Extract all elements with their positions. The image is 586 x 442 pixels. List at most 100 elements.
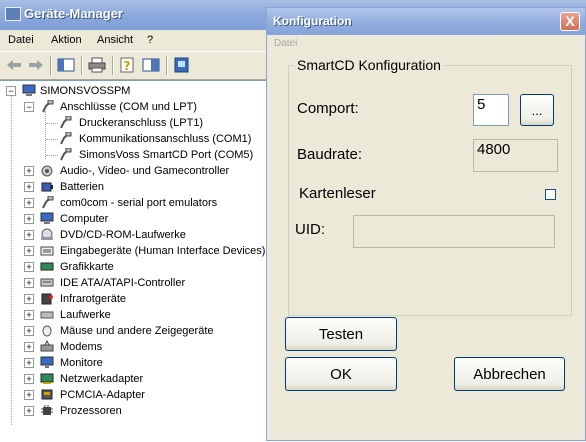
computer-icon — [22, 84, 36, 96]
smartcd-config-group: SmartCD Konfiguration Comport: 5 ... Bau… — [288, 57, 572, 316]
menu-help[interactable]: ? — [147, 34, 153, 46]
expand-toggle[interactable]: + — [24, 214, 34, 224]
expand-toggle[interactable]: + — [24, 358, 34, 368]
uid-label: UID: — [295, 221, 325, 238]
ok-button[interactable]: OK — [285, 357, 397, 391]
expand-toggle[interactable]: + — [24, 230, 34, 240]
print-icon[interactable] — [88, 57, 106, 73]
menu-datei[interactable]: Datei — [8, 34, 34, 46]
expand-toggle[interactable]: + — [24, 246, 34, 256]
tree-guide-line — [46, 139, 58, 140]
collapse-toggle[interactable]: − — [24, 102, 34, 112]
tree-root-label: SIMONSVOSSPM — [40, 85, 131, 97]
tree-item-com5[interactable]: SimonsVoss SmartCD Port (COM5) — [0, 147, 266, 163]
cardreader-checkbox[interactable] — [545, 189, 556, 200]
tree-category[interactable]: + Grafikkarte — [0, 259, 266, 275]
expand-toggle[interactable]: + — [24, 326, 34, 336]
tree-category-label: Netzwerkadapter — [60, 373, 144, 385]
tree-category-label: Modems — [60, 341, 103, 353]
expand-toggle[interactable]: + — [24, 262, 34, 272]
comport-input[interactable]: 5 — [473, 94, 509, 126]
infrared-icon — [41, 293, 53, 305]
tree-category[interactable]: + Infrarotgeräte — [0, 291, 266, 307]
comport-browse-button[interactable]: ... — [520, 94, 554, 126]
toolbar-separator — [50, 56, 52, 75]
expand-toggle[interactable]: + — [24, 390, 34, 400]
device-tree[interactable]: − SIMONSVOSSPM − Anschlüsse (COM und LPT… — [0, 80, 266, 442]
tree-category[interactable]: + IDE ATA/ATAPI-Controller — [0, 275, 266, 291]
collapse-toggle[interactable]: − — [6, 86, 16, 96]
tree-category-label: Eingabegeräte (Human Interface Devices) — [60, 245, 266, 257]
tree-category[interactable]: + Mäuse und andere Zeigegeräte — [0, 323, 266, 339]
tree-category[interactable]: + Computer — [0, 211, 266, 227]
tree-category[interactable]: + Batterien — [0, 179, 266, 195]
dialog-titlebar[interactable]: Konfiguration X — [267, 8, 585, 35]
expand-toggle[interactable]: + — [24, 310, 34, 320]
expand-toggle[interactable]: + — [24, 294, 34, 304]
back-arrow-icon[interactable] — [5, 57, 23, 73]
tree-category[interactable]: + Monitore — [0, 355, 266, 371]
port-connector-icon — [42, 196, 54, 209]
configuration-dialog: Konfiguration X Datei SmartCD Konfigurat… — [266, 7, 586, 441]
tree-category[interactable]: + Netzwerkadapter — [0, 371, 266, 387]
menu-ansicht[interactable]: Ansicht — [97, 34, 133, 46]
expand-toggle[interactable]: + — [24, 198, 34, 208]
tree-category[interactable]: + Laufwerke — [0, 307, 266, 323]
baudrate-field[interactable]: 4800 — [473, 139, 558, 172]
modem-icon — [40, 340, 54, 352]
tree-guide-line — [46, 123, 58, 124]
cancel-button[interactable]: Abbrechen — [454, 357, 565, 391]
tree-category[interactable]: + Modems — [0, 339, 266, 355]
monitor-icon — [40, 356, 54, 368]
expand-toggle[interactable]: + — [24, 374, 34, 384]
expand-toggle[interactable]: + — [24, 278, 34, 288]
processor-icon — [41, 405, 53, 415]
tree-category-label: Grafikkarte — [60, 261, 114, 273]
tree-category-label: Mäuse und andere Zeigegeräte — [60, 325, 214, 337]
tree-item-label: Druckeranschluss (LPT1) — [79, 117, 204, 129]
graphics-card-icon — [40, 262, 54, 271]
tree-item-com1[interactable]: Kommunikationsanschluss (COM1) — [0, 131, 266, 147]
tree-guide-line — [46, 155, 58, 156]
tree-category[interactable]: + Prozessoren — [0, 403, 266, 419]
dialog-menu-datei[interactable]: Datei — [274, 38, 297, 49]
speaker-icon — [41, 165, 53, 177]
uid-field[interactable] — [353, 215, 555, 248]
menu-aktion[interactable]: Aktion — [51, 34, 82, 46]
tree-root[interactable]: − SIMONSVOSSPM — [0, 83, 266, 99]
cardreader-label: Kartenleser — [299, 185, 376, 202]
close-button[interactable]: X — [560, 12, 580, 31]
tree-item-lpt1[interactable]: Druckeranschluss (LPT1) — [0, 115, 266, 131]
expand-toggle[interactable]: + — [24, 342, 34, 352]
test-button[interactable]: Testen — [285, 317, 397, 351]
tree-group-ports[interactable]: − Anschlüsse (COM und LPT) — [0, 99, 266, 115]
tree-category[interactable]: + Audio-, Video- und Gamecontroller — [0, 163, 266, 179]
expand-toggle[interactable]: + — [24, 166, 34, 176]
tree-category-label: Batterien — [60, 181, 105, 193]
tree-category-label: com0com - serial port emulators — [60, 197, 218, 209]
device-manager-title: Geräte-Manager — [24, 6, 123, 21]
forward-arrow-icon[interactable] — [27, 57, 45, 73]
tree-category[interactable]: + com0com - serial port emulators — [0, 195, 266, 211]
properties-view-icon[interactable] — [57, 57, 75, 73]
toolbar-separator — [81, 56, 83, 75]
port-connector-icon — [42, 100, 54, 113]
tree-category[interactable]: + DVD/CD-ROM-Laufwerke — [0, 227, 266, 243]
tree-category-label: IDE ATA/ATAPI-Controller — [60, 277, 186, 289]
console-tree-icon[interactable] — [142, 57, 160, 73]
computer-icon — [40, 212, 54, 224]
tree-category[interactable]: + PCMCIA-Adapter — [0, 387, 266, 403]
help-icon[interactable]: ? — [119, 57, 137, 73]
tree-category-label: Computer — [60, 213, 109, 225]
device-manager-app-icon — [5, 7, 21, 21]
toolbar-separator — [166, 56, 168, 75]
tree-category-label: DVD/CD-ROM-Laufwerke — [60, 229, 186, 241]
tree-category[interactable]: + Eingabegeräte (Human Interface Devices… — [0, 243, 266, 259]
ide-controller-icon — [40, 278, 54, 287]
comport-label: Comport: — [297, 100, 359, 117]
expand-toggle[interactable]: + — [24, 182, 34, 192]
tree-category-label: PCMCIA-Adapter — [60, 389, 145, 401]
keyboard-icon — [40, 246, 54, 256]
scan-hardware-icon[interactable] — [173, 57, 191, 73]
expand-toggle[interactable]: + — [24, 406, 34, 416]
